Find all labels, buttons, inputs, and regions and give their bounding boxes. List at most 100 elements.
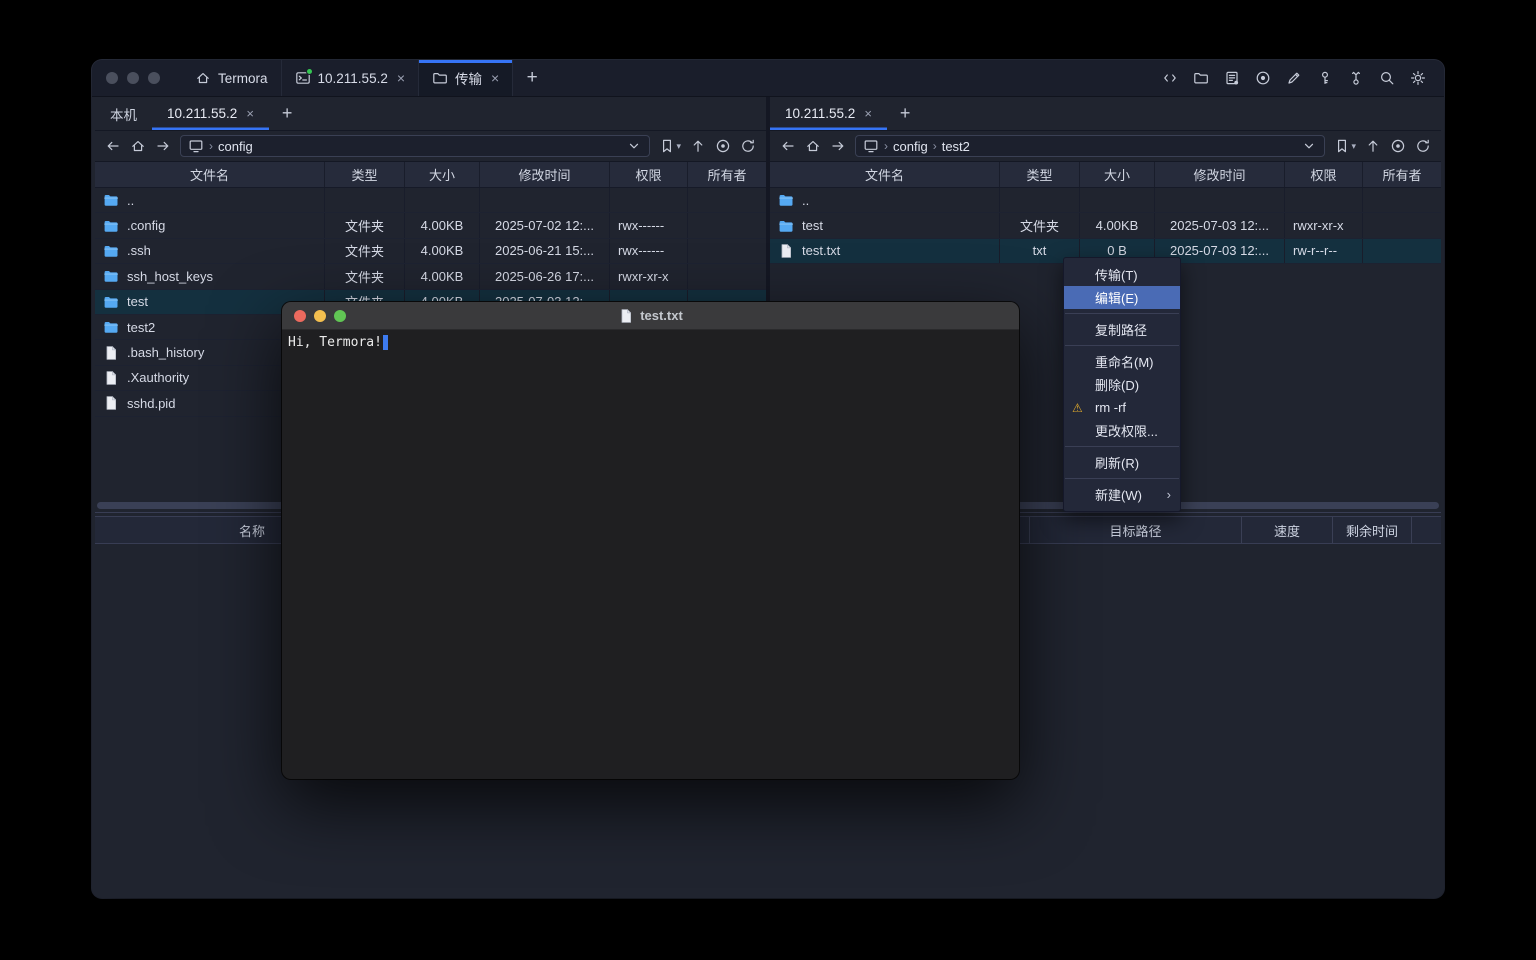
refresh-button[interactable] — [740, 138, 756, 154]
parent-directory-button[interactable] — [690, 138, 706, 154]
column-header-item[interactable]: 类型 — [1000, 162, 1080, 187]
file-size-cell: 4.00KB — [405, 264, 480, 288]
file-table-header-right: 文件名类型大小修改时间权限所有者 — [770, 162, 1441, 188]
breadcrumb-segment[interactable]: config — [218, 139, 253, 154]
column-header-item[interactable]: 权限 — [1285, 162, 1363, 187]
computer-icon — [188, 138, 204, 154]
chevron-down-icon[interactable] — [1301, 138, 1317, 154]
file-row-item[interactable]: .. — [770, 188, 1441, 213]
back-button[interactable] — [777, 135, 799, 157]
column-header-item[interactable]: 修改时间 — [1155, 162, 1285, 187]
chevron-down-icon[interactable] — [626, 138, 642, 154]
menu-item-w[interactable]: 新建(W)› — [1064, 483, 1180, 506]
file-name: ssh_host_keys — [127, 269, 213, 284]
home-button[interactable] — [802, 135, 824, 157]
editor-minimize-button[interactable] — [314, 310, 326, 322]
show-hidden-files-toggle[interactable] — [1390, 138, 1406, 154]
back-button[interactable] — [102, 135, 124, 157]
path-input-right[interactable]: ›config›test2 — [855, 135, 1325, 157]
forward-button[interactable] — [827, 135, 849, 157]
file-owner-cell — [1363, 188, 1441, 212]
folder-icon — [103, 243, 119, 259]
document-icon — [618, 308, 634, 324]
column-header-item[interactable]: 文件名 — [95, 162, 325, 187]
menu-item-label: 更改权限... — [1095, 421, 1158, 440]
log-icon[interactable] — [1221, 67, 1243, 89]
menu-item-item[interactable]: 更改权限... — [1064, 419, 1180, 442]
column-header-item[interactable]: 所有者 — [1363, 162, 1441, 187]
close-tab-icon[interactable]: × — [864, 106, 872, 121]
maximize-window-button[interactable] — [148, 72, 160, 84]
editor-titlebar[interactable]: test.txt — [282, 302, 1019, 330]
transfer-column-header-item[interactable]: 速度 — [1242, 517, 1333, 543]
file-row-ssh[interactable]: .ssh文件夹4.00KB2025-06-21 15:...rwx------ — [95, 239, 766, 264]
file-row-ssh-host-keys[interactable]: ssh_host_keys文件夹4.00KB2025-06-26 17:...r… — [95, 264, 766, 289]
editor-content[interactable]: Hi, Termora! — [282, 330, 1019, 355]
show-hidden-files-toggle[interactable] — [715, 138, 731, 154]
menu-item-r[interactable]: 刷新(R) — [1064, 451, 1180, 474]
folder-icon — [432, 70, 448, 86]
panel-tab-bar-right: 10.211.55.2 × + — [770, 97, 1441, 131]
file-row-config[interactable]: .config文件夹4.00KB2025-07-02 12:...rwx----… — [95, 213, 766, 238]
panel-tab-remote-right[interactable]: 10.211.55.2 × — [770, 97, 887, 130]
column-header-item[interactable]: 大小 — [405, 162, 480, 187]
context-menu: 传输(T)编辑(E) 复制路径重命名(M)删除(D)⚠rm -rf 更改权限... 刷… — [1063, 257, 1181, 512]
tab-label: 传输 — [455, 68, 482, 88]
new-tab-button[interactable]: + — [513, 60, 551, 96]
column-header-item[interactable]: 修改时间 — [480, 162, 610, 187]
bookmark-button[interactable]: ▾ — [1334, 138, 1356, 154]
file-perm-cell: rwx------ — [610, 239, 688, 263]
panel-tab-local-left[interactable]: 本机 — [95, 97, 152, 130]
key-icon[interactable] — [1314, 67, 1336, 89]
code-icon[interactable] — [1159, 67, 1181, 89]
home-button[interactable] — [127, 135, 149, 157]
parent-directory-button[interactable] — [1365, 138, 1381, 154]
menu-item-d[interactable]: 删除(D) — [1064, 373, 1180, 396]
menu-item-rm-rf[interactable]: ⚠rm -rf — [1064, 396, 1180, 419]
file-perm-cell: rwxr-xr-x — [1285, 213, 1363, 237]
menu-item-item[interactable]: 复制路径 — [1064, 318, 1180, 341]
column-header-item[interactable]: 所有者 — [688, 162, 766, 187]
close-tab-icon[interactable]: × — [491, 70, 499, 86]
edit-icon[interactable] — [1283, 67, 1305, 89]
editor-maximize-button[interactable] — [334, 310, 346, 322]
panel-new-tab-button-right[interactable]: + — [887, 97, 924, 130]
search-icon[interactable] — [1376, 67, 1398, 89]
titlebar-tab-transfer[interactable]: 传输 × — [418, 60, 513, 96]
forward-button[interactable] — [152, 135, 174, 157]
column-header-item[interactable]: 文件名 — [770, 162, 1000, 187]
path-input-left[interactable]: ›config — [180, 135, 650, 157]
minimize-window-button[interactable] — [127, 72, 139, 84]
menu-item-t[interactable]: 传输(T) — [1064, 263, 1180, 286]
editor-close-button[interactable] — [294, 310, 306, 322]
transfer-column-header-item[interactable]: 目标路径 — [1030, 517, 1242, 543]
column-header-item[interactable]: 大小 — [1080, 162, 1155, 187]
close-tab-icon[interactable]: × — [397, 70, 405, 86]
settings-icon[interactable] — [1407, 67, 1429, 89]
breadcrumb-separator: › — [933, 139, 937, 153]
titlebar-tab-termora[interactable]: Termora — [182, 60, 281, 96]
breadcrumb-segment[interactable]: test2 — [942, 139, 970, 154]
transfer-column-header-item[interactable]: 剩余时间 — [1333, 517, 1412, 543]
tab-label: 10.211.55.2 — [785, 106, 855, 121]
file-row-test[interactable]: test文件夹4.00KB2025-07-03 12:...rwxr-xr-x — [770, 213, 1441, 238]
titlebar-tab-host-10-211-55-2[interactable]: 10.211.55.2× — [281, 60, 419, 96]
computer-icon — [863, 138, 879, 154]
file-row-item[interactable]: .. — [95, 188, 766, 213]
file-owner-cell — [688, 188, 766, 212]
column-header-item[interactable]: 类型 — [325, 162, 405, 187]
keychain-icon[interactable] — [1345, 67, 1367, 89]
refresh-button[interactable] — [1415, 138, 1431, 154]
menu-item-m[interactable]: 重命名(M) — [1064, 350, 1180, 373]
folder-icon[interactable] — [1190, 67, 1212, 89]
file-icon — [103, 345, 119, 361]
close-window-button[interactable] — [106, 72, 118, 84]
record-icon[interactable] — [1252, 67, 1274, 89]
column-header-item[interactable]: 权限 — [610, 162, 688, 187]
bookmark-button[interactable]: ▾ — [659, 138, 681, 154]
panel-tab-remote-left[interactable]: 10.211.55.2× — [152, 97, 269, 130]
close-tab-icon[interactable]: × — [246, 106, 254, 121]
panel-new-tab-button-left[interactable]: + — [269, 97, 306, 130]
breadcrumb-segment[interactable]: config — [893, 139, 928, 154]
menu-item-e[interactable]: 编辑(E) — [1064, 286, 1180, 309]
